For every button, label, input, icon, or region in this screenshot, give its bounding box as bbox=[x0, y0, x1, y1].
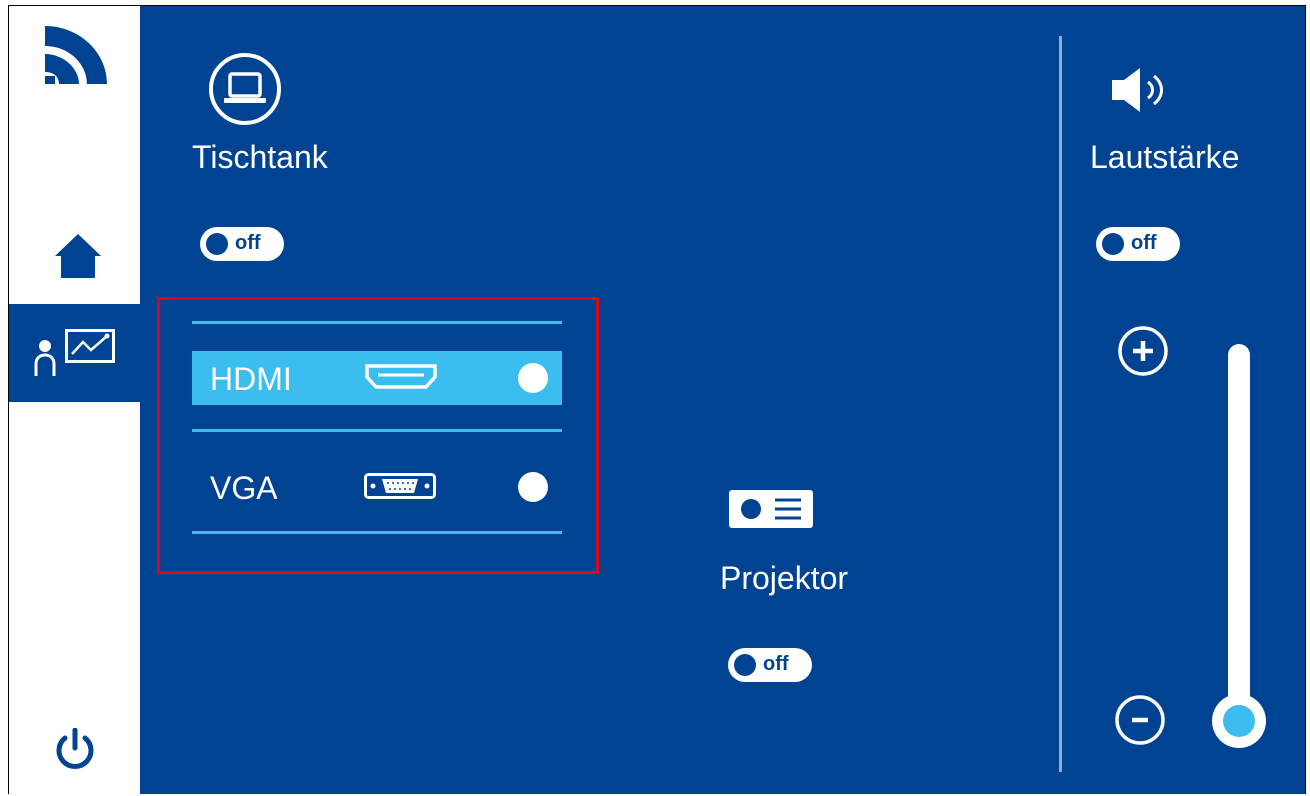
laptop-icon bbox=[209, 53, 281, 125]
volume-slider-track[interactable] bbox=[1228, 344, 1250, 724]
home-icon[interactable] bbox=[55, 234, 101, 278]
column-separator bbox=[1059, 36, 1062, 772]
projektor-toggle-label: off bbox=[763, 653, 789, 675]
volume-toggle[interactable]: off bbox=[1096, 227, 1180, 261]
projektor-title: Projektor bbox=[720, 560, 849, 596]
tischtank-toggle-label: off bbox=[235, 232, 261, 254]
app-window: Tischtank off HDMI VGA Projektor off Lau… bbox=[0, 0, 1310, 796]
sidebar bbox=[9, 6, 140, 794]
volume-toggle-label: off bbox=[1131, 232, 1157, 254]
speaker-icon bbox=[1112, 68, 1163, 112]
projektor-toggle[interactable]: off bbox=[728, 648, 812, 682]
volume-slider-handle[interactable] bbox=[1212, 694, 1266, 748]
tischtank-toggle[interactable]: off bbox=[200, 227, 284, 261]
volume-slider-handle-center bbox=[1223, 705, 1255, 737]
brand-logo-icon bbox=[45, 26, 107, 84]
plus-circle-icon[interactable] bbox=[1117, 325, 1169, 377]
power-icon[interactable] bbox=[55, 728, 95, 772]
sidebar-item-presenter[interactable] bbox=[9, 304, 140, 402]
presenter-icon bbox=[34, 329, 115, 376]
volume-title: Lautstärke bbox=[1090, 139, 1240, 175]
tischtank-title: Tischtank bbox=[192, 139, 328, 175]
source-selection-highlight bbox=[157, 297, 599, 574]
minus-circle-icon[interactable] bbox=[1114, 694, 1166, 746]
projector-icon bbox=[729, 490, 813, 528]
